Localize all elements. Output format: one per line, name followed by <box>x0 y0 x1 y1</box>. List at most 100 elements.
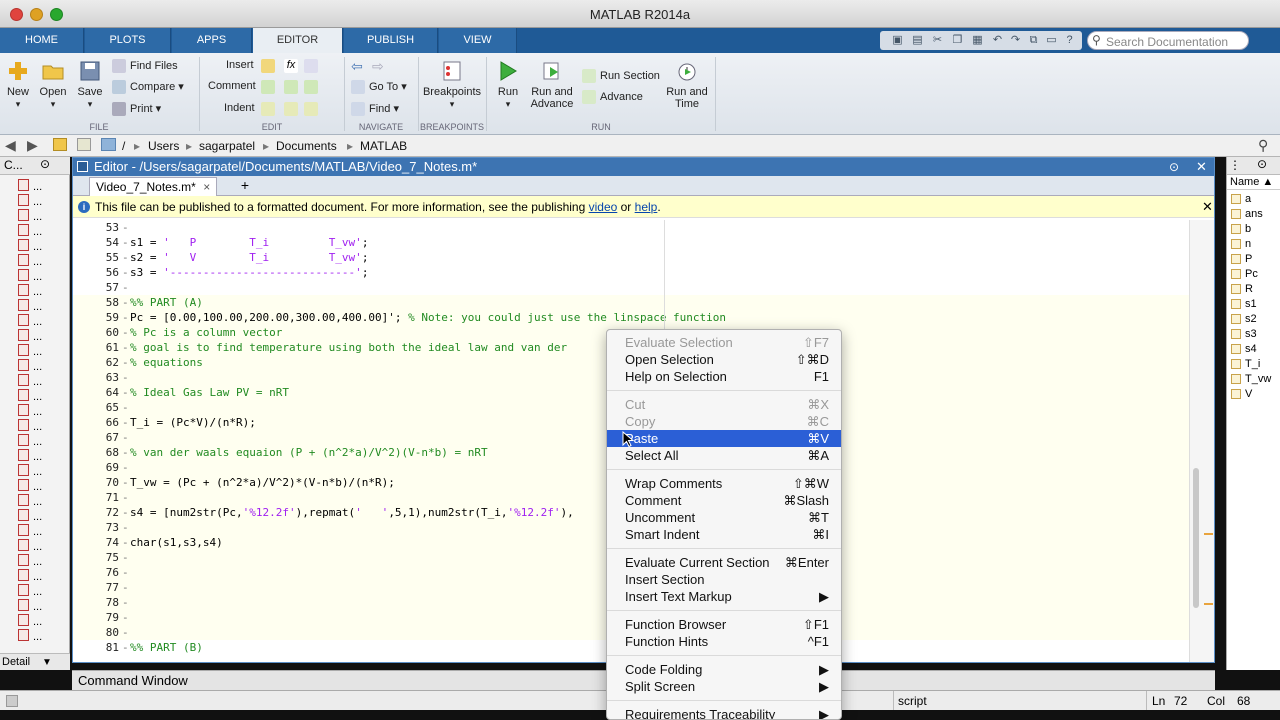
workspace-variable[interactable]: b <box>1231 223 1251 235</box>
file-item[interactable]: ... <box>18 299 68 313</box>
breakpoint-gutter[interactable]: - <box>122 475 129 490</box>
workspace-variable[interactable]: R <box>1231 283 1253 295</box>
file-item[interactable]: ... <box>18 254 68 268</box>
menu-item-uncomment[interactable]: Uncomment ⌘T <box>607 509 841 526</box>
menu-item-evaluate-current-section[interactable]: Evaluate Current Section ⌘Enter <box>607 554 841 571</box>
menu-item-smart-indent[interactable]: Smart Indent ⌘I <box>607 526 841 543</box>
workspace-variable[interactable]: s3 <box>1231 328 1257 340</box>
menu-item-function-hints[interactable]: Function Hints ^F1 <box>607 633 841 650</box>
fx-icon[interactable]: fx <box>284 59 298 73</box>
workspace-variable[interactable]: Pc <box>1231 268 1258 280</box>
tab-publish[interactable]: PUBLISH <box>344 28 438 53</box>
line-number[interactable]: 75 <box>73 550 119 565</box>
breakpoint-gutter[interactable]: - <box>122 325 129 340</box>
menu-item-select-all[interactable]: Select All ⌘A <box>607 447 841 464</box>
file-item[interactable]: ... <box>18 584 68 598</box>
file-item[interactable]: ... <box>18 419 68 433</box>
line-number[interactable]: 80 <box>73 625 119 640</box>
file-item[interactable]: ... <box>18 509 68 523</box>
tab-home[interactable]: HOME <box>0 28 84 53</box>
file-item[interactable]: ... <box>18 479 68 493</box>
workspace-variable[interactable]: T_vw <box>1231 373 1271 385</box>
file-item[interactable]: ... <box>18 284 68 298</box>
workspace-variable[interactable]: ans <box>1231 208 1263 220</box>
breakpoint-gutter[interactable]: - <box>122 430 129 445</box>
menu-item-comment[interactable]: Comment ⌘Slash <box>607 492 841 509</box>
file-item[interactable]: ... <box>18 599 68 613</box>
file-item[interactable]: ... <box>18 374 68 388</box>
forward-icon[interactable]: ▶ <box>27 137 38 154</box>
switch-windows-icon[interactable]: ⧉ <box>1026 33 1041 48</box>
file-item[interactable]: ... <box>18 494 68 508</box>
menu-item-insert-section[interactable]: Insert Section <box>607 571 841 588</box>
line-number[interactable]: 67 <box>73 430 119 445</box>
close-editor-icon[interactable]: ✕ <box>1196 158 1207 176</box>
line-number[interactable]: 66 <box>73 415 119 430</box>
code-line[interactable]: 56- s3 = '----------------------------'; <box>73 265 1189 280</box>
file-item[interactable]: ... <box>18 554 68 568</box>
breakpoint-gutter[interactable]: - <box>122 565 129 580</box>
details-toggle[interactable]: Detail ▼ <box>0 653 70 670</box>
breadcrumb-sagarpatel[interactable]: sagarpatel <box>199 139 255 153</box>
go-to-button[interactable]: Go To ▾ <box>351 80 407 95</box>
smart-indent-icon[interactable] <box>261 102 275 116</box>
line-number[interactable]: 57 <box>73 280 119 295</box>
breakpoint-gutter[interactable]: - <box>122 295 129 310</box>
menu-item-requirements-traceability[interactable]: Requirements Traceability ▶ <box>607 706 841 719</box>
breakpoint-gutter[interactable]: - <box>122 310 129 325</box>
file-item[interactable]: ... <box>18 404 68 418</box>
workspace-expand-icon[interactable]: ⋮ <box>1229 158 1241 172</box>
menu-item-evaluate-selection[interactable]: Evaluate Selection ⇧F7 <box>607 334 841 351</box>
line-number[interactable]: 59 <box>73 310 119 325</box>
breadcrumb-matlab[interactable]: MATLAB <box>360 139 407 153</box>
line-number[interactable]: 79 <box>73 610 119 625</box>
insert-section-icon[interactable] <box>261 59 275 73</box>
workspace-variable[interactable]: s2 <box>1231 313 1257 325</box>
workspace-variable[interactable]: T_i <box>1231 358 1260 370</box>
line-number[interactable]: 77 <box>73 580 119 595</box>
breadcrumb-documents[interactable]: Documents <box>276 139 337 153</box>
breadcrumb-root[interactable]: / <box>122 139 125 153</box>
breakpoints-button[interactable]: Breakpoints ▾ <box>420 59 484 110</box>
breakpoint-gutter[interactable]: - <box>122 595 129 610</box>
file-item[interactable]: ... <box>18 239 68 253</box>
warning-marker[interactable] <box>1204 603 1213 605</box>
line-number[interactable]: 60 <box>73 325 119 340</box>
browse-folder-icon[interactable] <box>77 138 91 151</box>
breakpoint-gutter[interactable]: - <box>122 385 129 400</box>
file-item[interactable]: ... <box>18 389 68 403</box>
line-number[interactable]: 76 <box>73 565 119 580</box>
search-documentation-field[interactable]: ⚲ Search Documentation <box>1087 31 1249 50</box>
line-number[interactable]: 81 <box>73 640 119 655</box>
run-and-advance-button[interactable]: Run and Advance <box>528 59 576 110</box>
workspace-variable[interactable]: s1 <box>1231 298 1257 310</box>
file-item[interactable]: ... <box>18 314 68 328</box>
breakpoint-gutter[interactable]: - <box>122 625 129 640</box>
cut-icon[interactable]: ✂ <box>930 33 945 48</box>
breakpoint-gutter[interactable]: - <box>122 550 129 565</box>
code-line[interactable]: 59- Pc = [0.00,100.00,200.00,300.00,400.0… <box>73 310 1189 325</box>
tab-editor[interactable]: EDITOR <box>253 28 343 55</box>
breakpoint-gutter[interactable]: - <box>122 280 129 295</box>
compare-button[interactable]: Compare ▾ <box>112 80 184 95</box>
breakpoint-gutter[interactable]: - <box>122 265 129 280</box>
code-line[interactable]: 54- s1 = ' P T_i T_vw'; <box>73 235 1189 250</box>
line-number[interactable]: 73 <box>73 520 119 535</box>
menu-item-insert-text-markup[interactable]: Insert Text Markup ▶ <box>607 588 841 605</box>
redo-icon[interactable]: ↷ <box>1008 33 1023 48</box>
video-link[interactable]: video <box>589 200 618 214</box>
breakpoint-gutter[interactable]: - <box>122 490 129 505</box>
file-item[interactable]: ... <box>18 344 68 358</box>
file-item[interactable]: ... <box>18 569 68 583</box>
line-number[interactable]: 71 <box>73 490 119 505</box>
code-line[interactable]: 58-%% PART (A) <box>73 295 1189 310</box>
line-number[interactable]: 58 <box>73 295 119 310</box>
decrease-indent-icon[interactable] <box>304 102 318 116</box>
breakpoint-gutter[interactable]: - <box>122 445 129 460</box>
menu-item-function-browser[interactable]: Function Browser ⇧F1 <box>607 616 841 633</box>
file-item[interactable]: ... <box>18 524 68 538</box>
save-button[interactable]: Save ▾ <box>76 59 104 110</box>
menu-item-help-on-selection[interactable]: Help on Selection F1 <box>607 368 841 385</box>
code-line[interactable]: 57- <box>73 280 1189 295</box>
line-number[interactable]: 65 <box>73 400 119 415</box>
